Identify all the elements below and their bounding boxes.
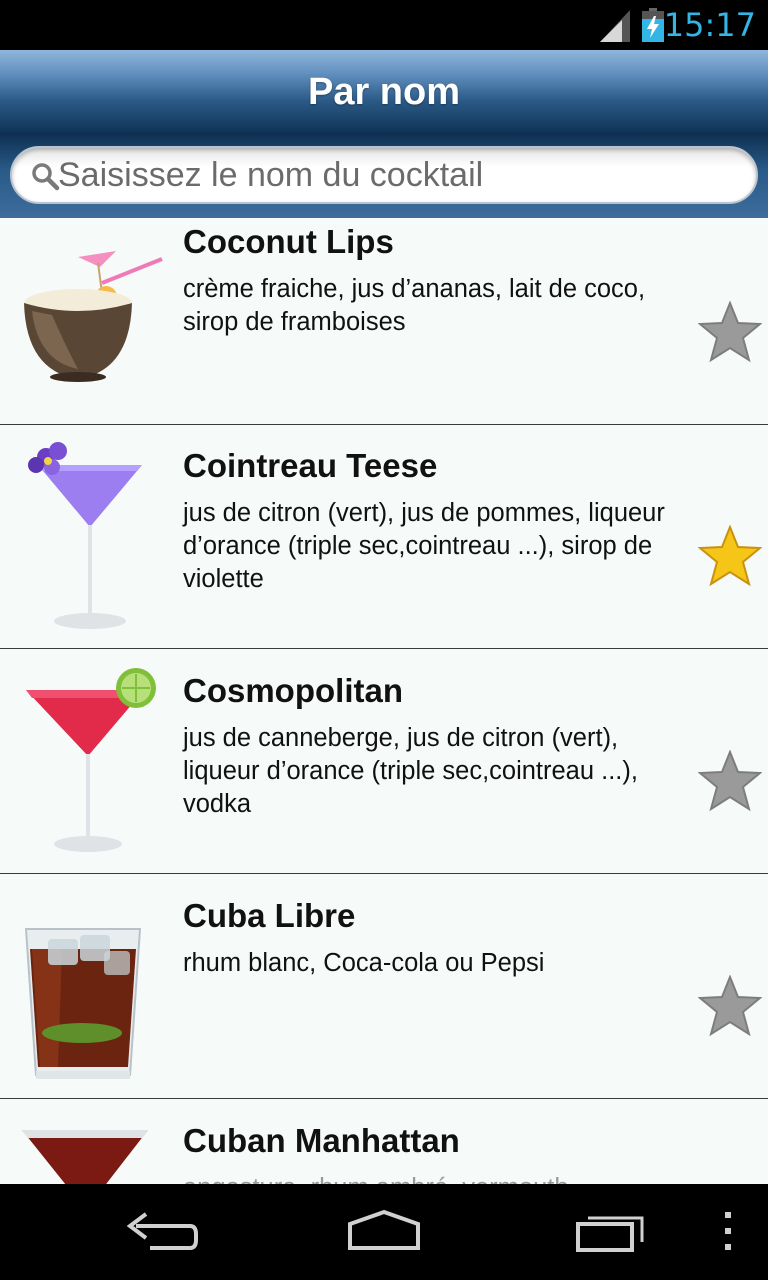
navigation-bar <box>0 1184 768 1280</box>
cocktail-list: Coconut Lips crème fraiche, jus d’ananas… <box>0 218 768 1184</box>
search-box[interactable] <box>10 146 758 204</box>
list-item[interactable]: Cuban Manhattan angostura, rhum ambré, v… <box>0 1100 768 1184</box>
cocktail-name: Cuban Manhattan <box>183 1122 460 1159</box>
cocktail-image <box>22 1130 148 1184</box>
recent-apps-icon[interactable] <box>572 1202 652 1262</box>
clock: 15:17 <box>663 6 756 44</box>
cocktail-ingredients: jus de citron (vert), jus de pommes, liq… <box>183 499 665 593</box>
signal-icon <box>600 10 630 42</box>
back-icon[interactable] <box>120 1202 200 1262</box>
cocktail-image <box>24 251 163 382</box>
cocktail-ingredients: crème fraiche, jus d’ananas, lait de coc… <box>183 275 646 336</box>
cocktail-name: Cointreau Teese <box>183 447 438 484</box>
cocktail-ingredients: angostura, rhum ambré, vermouth <box>183 1172 673 1184</box>
status-bar: 15:17 <box>0 0 768 50</box>
search-input[interactable] <box>58 152 738 198</box>
favorite-star-icon[interactable] <box>698 750 762 812</box>
favorite-star-icon[interactable] <box>698 301 762 363</box>
cocktail-ingredients: jus de canneberge, jus de citron (vert),… <box>183 724 638 818</box>
cocktail-ingredients: rhum blanc, Coca-cola ou Pepsi <box>183 949 545 977</box>
menu-icon[interactable] <box>716 1202 740 1262</box>
cocktail-image <box>24 928 142 1079</box>
list-item[interactable]: Coconut Lips crème fraiche, jus d’ananas… <box>0 218 768 425</box>
list-item[interactable]: Cointreau Teese jus de citron (vert), ju… <box>0 425 768 649</box>
search-icon <box>32 163 60 191</box>
list-item[interactable]: Cuba Libre rhum blanc, Coca-cola ou Peps… <box>0 875 768 1099</box>
cocktail-image <box>28 442 142 629</box>
battery-charging-icon <box>642 8 664 42</box>
list-item[interactable]: Cosmopolitan jus de canneberge, jus de c… <box>0 650 768 874</box>
search-bar <box>0 132 768 218</box>
favorite-star-icon[interactable] <box>698 525 762 587</box>
cocktail-image <box>26 668 156 852</box>
page-title: Par nom <box>307 71 461 113</box>
cocktail-name: Cosmopolitan <box>183 672 403 709</box>
cocktail-name: Coconut Lips <box>183 223 394 260</box>
title-bar: Par nom <box>0 50 768 132</box>
home-icon[interactable] <box>344 1202 424 1262</box>
cocktail-name: Cuba Libre <box>183 897 356 934</box>
favorite-star-icon[interactable] <box>698 975 762 1037</box>
